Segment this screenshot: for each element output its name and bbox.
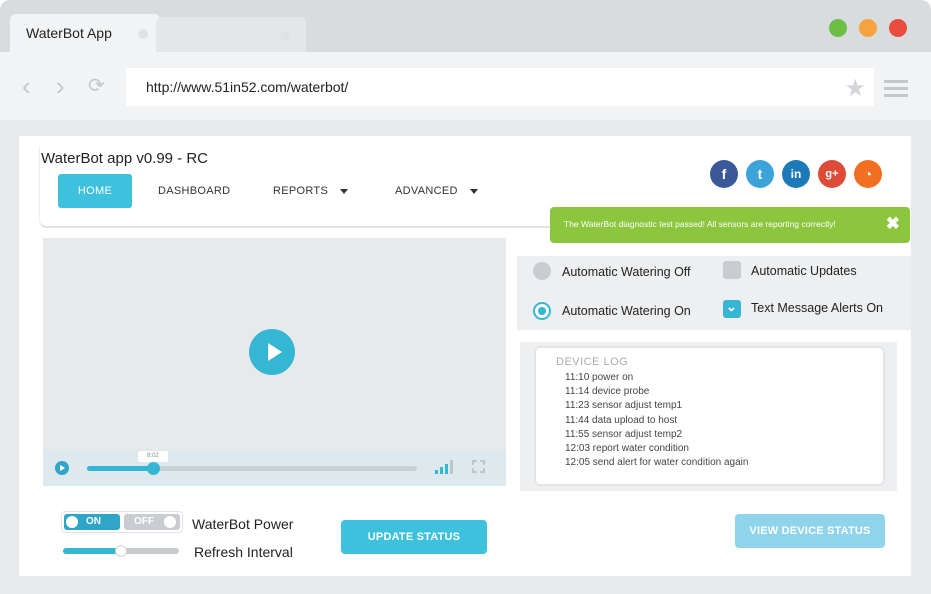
refresh-label: Refresh Interval (194, 544, 293, 560)
nav-advanced-label: ADVANCED (395, 185, 458, 197)
watering-off-label: Automatic Watering Off (562, 265, 691, 279)
log-entry: 11:23 sensor adjust temp1 (565, 400, 683, 412)
watering-on-label: Automatic Watering On (562, 304, 691, 318)
seek-handle[interactable] (147, 462, 160, 475)
browser-window: WaterBot App ‹ › ⟳ http://www.51in52.com… (0, 0, 931, 594)
log-entry: 11:14 device probe (565, 386, 650, 398)
success-alert: The WaterBot diagnostic test passed! All… (550, 207, 910, 243)
video-player: 8:02 (43, 238, 506, 486)
device-log-panel: DEVICE LOG 11:10 power on 11:14 device p… (520, 342, 897, 491)
close-icon[interactable]: ✖ (886, 215, 900, 233)
toggle-on[interactable]: ON (64, 514, 120, 530)
checkbox-text-alerts[interactable]: ⌄ (723, 299, 741, 318)
tab-close-icon[interactable] (280, 31, 290, 41)
toggle-off[interactable]: OFF (124, 514, 180, 530)
video-controls: 8:02 (43, 450, 506, 486)
app-page: WaterBot app v0.99 - RC HOME DASHBOARD R… (19, 136, 911, 576)
log-entry: 12:03 report water condition (565, 443, 689, 455)
close-window-button[interactable] (889, 19, 907, 37)
chevron-down-icon (469, 188, 478, 194)
play-icon (268, 343, 282, 361)
toggle-knob (164, 516, 176, 528)
power-toggle[interactable]: ON OFF (61, 511, 183, 533)
play-button[interactable] (249, 329, 295, 375)
browser-tab-new[interactable] (156, 17, 306, 52)
device-log[interactable]: DEVICE LOG 11:10 power on 11:14 device p… (534, 346, 885, 486)
video-seek-bar[interactable]: 8:02 (87, 451, 417, 475)
video-time: 8:02 (138, 451, 168, 462)
check-icon: ⌄ (726, 299, 737, 314)
update-status-button[interactable]: UPDATE STATUS (341, 520, 487, 554)
log-entry: 11:44 data upload to host (565, 414, 678, 426)
linkedin-icon[interactable]: in (782, 160, 810, 188)
rss-icon[interactable]: ◔ (854, 160, 882, 188)
view-device-status-button[interactable]: VIEW DEVICE STATUS (735, 514, 885, 548)
maximize-button[interactable] (829, 19, 847, 37)
text-alerts-label: Text Message Alerts On (751, 301, 884, 315)
nav-home[interactable]: HOME (58, 174, 132, 208)
log-entry: 12:05 send alert for water condition aga… (565, 457, 749, 469)
nav-reports[interactable]: REPORTS (273, 174, 349, 208)
refresh-interval-slider[interactable] (63, 545, 179, 557)
seek-progress (87, 466, 153, 471)
radio-watering-off[interactable] (533, 262, 551, 280)
volume-icon[interactable] (435, 460, 459, 474)
log-entry: 11:55 sensor adjust temp2 (565, 428, 683, 440)
settings-panel: Automatic Watering Off Automatic Waterin… (517, 256, 911, 330)
minimize-button[interactable] (859, 19, 877, 37)
google-plus-icon[interactable]: g+ (818, 160, 846, 188)
auto-updates-label: Automatic Updates (751, 264, 857, 278)
tab-close-icon[interactable] (138, 29, 148, 39)
device-log-entries: 11:10 power on 11:14 device probe 11:23 … (565, 371, 748, 470)
facebook-icon[interactable]: f (710, 160, 738, 188)
twitter-icon[interactable]: t (746, 160, 774, 188)
slider-handle[interactable] (115, 545, 127, 557)
alert-message: The WaterBot diagnostic test passed! All… (564, 219, 836, 229)
power-label: WaterBot Power (192, 516, 294, 532)
tab-title: WaterBot App (26, 25, 112, 41)
address-bar[interactable]: http://www.51in52.com/waterbot/ ★ (126, 68, 874, 106)
forward-icon[interactable]: › (56, 73, 65, 99)
back-icon[interactable]: ‹ (22, 73, 31, 99)
url-text: http://www.51in52.com/waterbot/ (146, 79, 349, 95)
nav-reports-label: REPORTS (273, 185, 329, 197)
device-log-title: DEVICE LOG (556, 356, 629, 368)
reload-icon[interactable]: ⟳ (88, 74, 105, 98)
page-viewport: WaterBot app v0.99 - RC HOME DASHBOARD R… (0, 120, 931, 594)
browser-toolbar: ‹ › ⟳ http://www.51in52.com/waterbot/ ★ (0, 52, 931, 120)
bookmark-star-icon[interactable]: ★ (844, 74, 866, 103)
browser-menu-icon[interactable] (884, 80, 908, 101)
chevron-down-icon (340, 188, 349, 194)
toggle-on-label: ON (86, 516, 101, 527)
small-play-button[interactable] (55, 461, 69, 475)
toggle-knob (66, 516, 78, 528)
toggle-off-label: OFF (134, 516, 154, 527)
slider-fill (63, 548, 121, 554)
nav-dashboard[interactable]: DASHBOARD (158, 174, 230, 208)
browser-tab-active[interactable]: WaterBot App (10, 14, 160, 52)
fullscreen-icon[interactable] (472, 460, 485, 473)
checkbox-auto-updates[interactable] (723, 261, 741, 279)
log-entry: 11:10 power on (565, 372, 634, 383)
radio-watering-on[interactable] (533, 302, 551, 320)
play-icon (60, 465, 65, 471)
page-title: WaterBot app v0.99 - RC (41, 150, 209, 167)
nav-advanced[interactable]: ADVANCED (395, 174, 478, 208)
